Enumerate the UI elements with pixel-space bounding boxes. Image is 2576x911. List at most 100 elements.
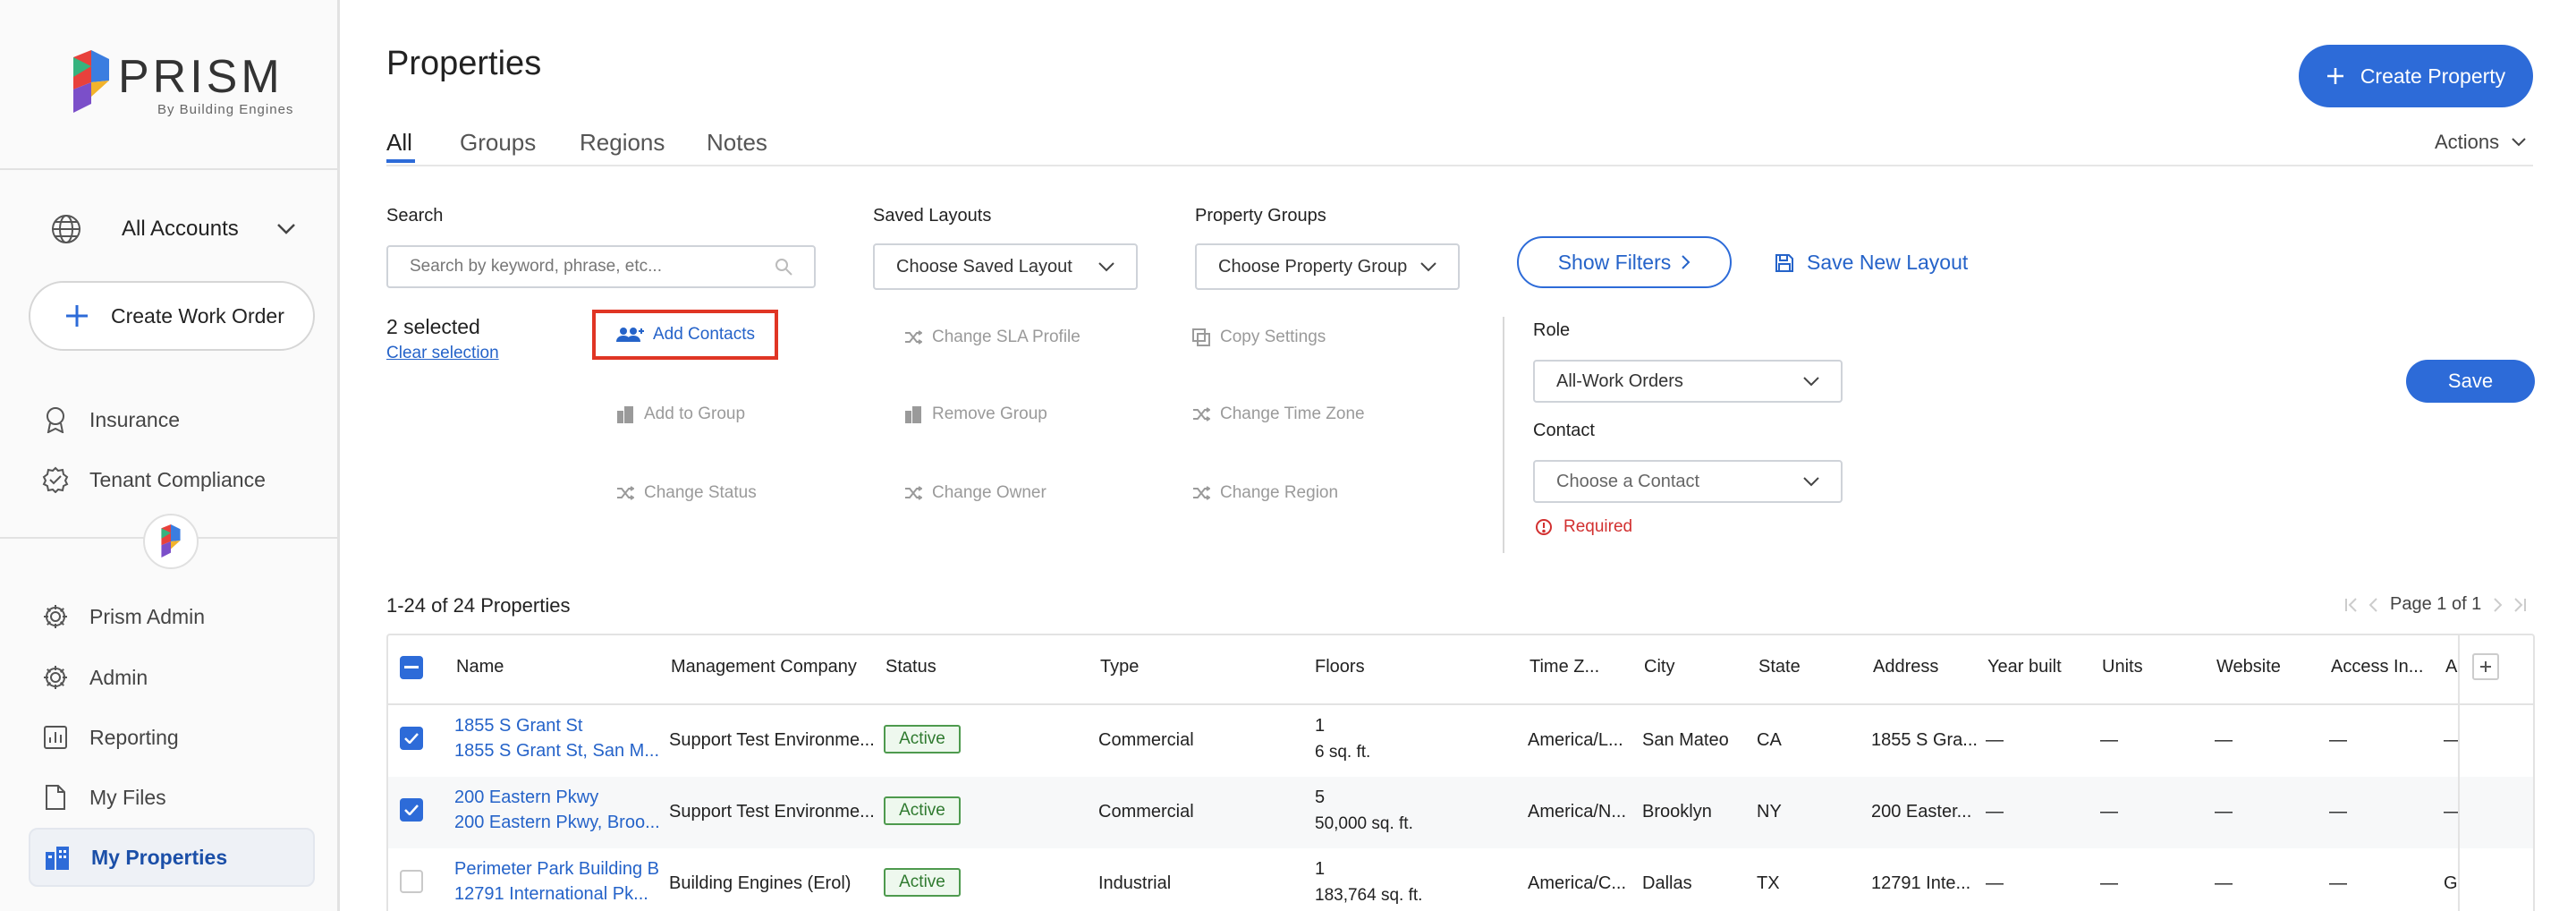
saved-layouts-select[interactable]: Choose Saved Layout xyxy=(873,243,1138,290)
show-filters-button[interactable]: Show Filters xyxy=(1517,236,1732,288)
next-page-icon[interactable] xyxy=(2492,596,2504,614)
contact-select[interactable]: Choose a Contact xyxy=(1533,460,1843,503)
cell-units: — xyxy=(2100,873,2118,893)
buildings-icon xyxy=(43,843,72,872)
cell-year-built: — xyxy=(1986,873,2004,893)
change-region-button[interactable]: Change Region xyxy=(1191,483,1338,503)
contact-placeholder: Choose a Contact xyxy=(1556,471,1700,491)
cell-sqft: 183,764 sq. ft. xyxy=(1315,886,1423,905)
column-header-management-company[interactable]: Management Company xyxy=(671,657,857,677)
row-checkbox[interactable] xyxy=(400,727,423,750)
copy-settings-button[interactable]: Copy Settings xyxy=(1191,328,1326,347)
prism-logo-icon xyxy=(70,50,113,115)
column-header-address[interactable]: Address xyxy=(1873,657,1938,677)
prev-page-icon[interactable] xyxy=(2367,596,2379,614)
cell-access-info: — xyxy=(2329,873,2347,893)
prism-collapse-toggle[interactable] xyxy=(143,514,199,569)
save-new-layout-label: Save New Layout xyxy=(1807,251,1969,274)
cell-year-built: — xyxy=(1986,730,2004,750)
column-header-floors[interactable]: Floors xyxy=(1315,657,1365,677)
property-groups-label: Property Groups xyxy=(1195,206,1326,226)
compliance-icon xyxy=(41,465,70,494)
cell-timezone: America/C... xyxy=(1528,873,1627,893)
table-header-divider xyxy=(388,703,2533,705)
actions-menu[interactable]: Actions xyxy=(2435,131,2526,154)
property-name-link[interactable]: 1855 S Grant St xyxy=(454,716,582,736)
change-time-zone-button[interactable]: Change Time Zone xyxy=(1191,404,1365,424)
save-new-layout-button[interactable]: Save New Layout xyxy=(1775,251,1968,275)
column-header-year-built[interactable]: Year built xyxy=(1987,657,2062,677)
copy-icon xyxy=(1191,328,1211,347)
change-sla-profile-button[interactable]: Change SLA Profile xyxy=(903,328,1080,347)
column-header-access-info[interactable]: Access In... xyxy=(2331,657,2423,677)
sidebar-item-admin[interactable]: Admin xyxy=(29,648,315,707)
sidebar-item-prism-admin[interactable]: Prism Admin xyxy=(29,587,315,646)
column-header-units[interactable]: Units xyxy=(2102,657,2143,677)
sidebar-item-my-files[interactable]: My Files xyxy=(29,768,315,827)
tab-all[interactable]: All xyxy=(386,129,412,157)
column-header-time-zone[interactable]: Time Z... xyxy=(1530,657,1599,677)
add-contacts-label: Add Contacts xyxy=(652,325,756,344)
last-page-icon[interactable] xyxy=(2510,596,2528,614)
tab-regions[interactable]: Regions xyxy=(580,129,665,157)
cell-type: Industrial xyxy=(1098,873,1172,893)
shuffle-icon xyxy=(1191,404,1211,424)
change-status-button[interactable]: Change Status xyxy=(615,483,757,503)
clear-selection-link[interactable]: Clear selection xyxy=(386,344,499,363)
cell-website: — xyxy=(2215,730,2233,750)
sidebar-item-reporting[interactable]: Reporting xyxy=(29,708,315,767)
status-badge: Active xyxy=(884,868,961,897)
cell-access-info: — xyxy=(2329,802,2347,822)
search-input[interactable]: Search by keyword, phrase, etc... xyxy=(386,245,816,288)
tab-groups[interactable]: Groups xyxy=(460,129,536,157)
create-property-button[interactable]: Create Property xyxy=(2299,45,2533,107)
column-header-truncated[interactable]: Al xyxy=(2445,657,2458,677)
brand-name: PRISM xyxy=(118,51,284,103)
remove-group-button[interactable]: Remove Group xyxy=(903,404,1047,424)
column-header-city[interactable]: City xyxy=(1644,657,1674,677)
row-checkbox[interactable] xyxy=(400,870,423,893)
change-owner-button[interactable]: Change Owner xyxy=(903,483,1046,503)
sidebar-item-tenant-compliance[interactable]: Tenant Compliance xyxy=(29,450,315,509)
add-contacts-button[interactable]: Add Contacts xyxy=(592,310,778,360)
create-work-order-button[interactable]: Create Work Order xyxy=(29,281,315,351)
selection-count: 2 selected xyxy=(386,315,480,338)
create-property-label: Create Property xyxy=(2360,64,2506,88)
property-address-link[interactable]: 12791 International Pk... xyxy=(454,884,648,905)
status-badge: Active xyxy=(884,796,961,825)
search-label: Search xyxy=(386,206,444,226)
cell-state: NY xyxy=(1757,802,1782,822)
tabs-divider xyxy=(386,165,2533,166)
pagination: Page 1 of 1 xyxy=(2343,594,2528,615)
plus-icon xyxy=(2480,661,2491,672)
column-header-name[interactable]: Name xyxy=(456,657,504,677)
sidebar-item-my-properties[interactable]: My Properties xyxy=(29,828,315,887)
tab-notes[interactable]: Notes xyxy=(707,129,767,157)
cell-floors: 5 xyxy=(1315,788,1326,807)
change-status-label: Change Status xyxy=(644,483,757,502)
account-selector[interactable]: All Accounts xyxy=(50,211,318,247)
column-header-state[interactable]: State xyxy=(1758,657,1801,677)
column-header-status[interactable]: Status xyxy=(886,657,936,677)
property-name-link[interactable]: 200 Eastern Pkwy xyxy=(454,788,598,808)
sidebar-item-insurance[interactable]: Insurance xyxy=(29,390,315,449)
show-filters-label: Show Filters xyxy=(1557,250,1672,274)
save-button[interactable]: Save xyxy=(2406,360,2535,403)
globe-icon xyxy=(50,213,82,245)
property-name-link[interactable]: Perimeter Park Building B xyxy=(454,859,659,880)
select-all-checkbox[interactable] xyxy=(400,656,423,679)
role-select[interactable]: All-Work Orders xyxy=(1533,360,1843,403)
add-column-button[interactable] xyxy=(2472,653,2499,680)
row-checkbox[interactable] xyxy=(400,798,423,822)
property-address-link[interactable]: 200 Eastern Pkwy, Broo... xyxy=(454,813,660,833)
property-groups-select[interactable]: Choose Property Group xyxy=(1195,243,1460,290)
cell-city: Dallas xyxy=(1642,873,1692,893)
add-to-group-button[interactable]: Add to Group xyxy=(615,404,745,424)
column-header-type[interactable]: Type xyxy=(1100,657,1139,677)
column-header-website[interactable]: Website xyxy=(2216,657,2281,677)
chevron-down-icon xyxy=(2512,138,2526,147)
shuffle-icon xyxy=(903,483,923,503)
cell-units: — xyxy=(2100,730,2118,750)
first-page-icon[interactable] xyxy=(2343,596,2361,614)
property-address-link[interactable]: 1855 S Grant St, San M... xyxy=(454,741,659,762)
